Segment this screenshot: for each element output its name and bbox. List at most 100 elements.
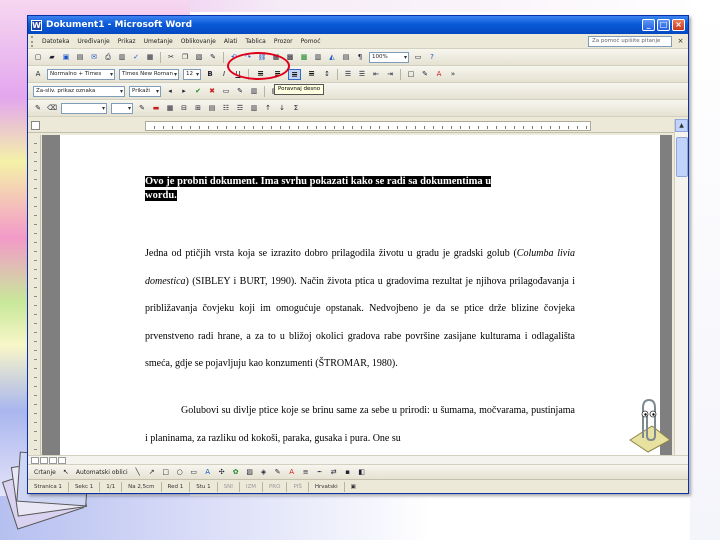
font-color-icon[interactable]: A [434, 69, 444, 79]
align-right-icon[interactable]: ≡ [288, 68, 301, 80]
maximize-button[interactable]: □ [657, 19, 670, 31]
help-icon[interactable]: ? [427, 52, 437, 62]
split-cells-icon[interactable]: ⊞ [193, 103, 203, 113]
table-autoformat-icon[interactable]: ▥ [249, 103, 259, 113]
rectangle-icon[interactable]: □ [161, 467, 171, 477]
minimize-button[interactable]: _ [642, 19, 655, 31]
menu-uredivanje[interactable]: Uređivanje [73, 38, 113, 45]
reject-change-icon[interactable]: ✖ [207, 86, 217, 96]
permission-icon[interactable]: ▤ [75, 52, 85, 62]
menu-pomoc[interactable]: Pomoć [297, 38, 325, 45]
line-style-select[interactable] [61, 102, 107, 114]
status-rec[interactable]: SNI [218, 481, 240, 492]
spelling-icon[interactable]: ✓ [131, 52, 141, 62]
sort-descending-icon[interactable]: ↓ [277, 103, 287, 113]
document-map-icon[interactable]: ▤ [341, 52, 351, 62]
border-color-icon[interactable]: ✎ [137, 103, 147, 113]
line-spacing-icon[interactable]: ↕ [322, 69, 332, 79]
web-layout-view-button[interactable] [40, 456, 48, 464]
show-hide-icon[interactable]: ¶ [355, 52, 365, 62]
status-ovr[interactable]: PIŠ [287, 481, 309, 492]
new-comment-icon[interactable]: ▭ [221, 86, 231, 96]
distribute-columns-icon[interactable]: ☲ [235, 103, 245, 113]
accept-change-icon[interactable]: ✔ [193, 86, 203, 96]
menu-prozor[interactable]: Prozor [270, 38, 297, 45]
menu-datoteka[interactable]: Datoteka [38, 38, 73, 45]
zoom-select[interactable]: 100% [369, 51, 409, 63]
word-app-icon[interactable]: W [31, 19, 42, 31]
pen-icon[interactable]: ✎ [33, 103, 43, 113]
numbering-icon[interactable]: ☰ [343, 69, 353, 79]
columns-icon[interactable]: ▥ [313, 52, 323, 62]
scroll-up-icon[interactable]: ▲ [675, 119, 688, 132]
office-assistant-clippy-icon[interactable] [626, 396, 672, 454]
menu-umetanje[interactable]: Umetanje [140, 38, 177, 45]
help-search-input[interactable]: Za pomoć upišite pitanje [588, 35, 672, 47]
open-folder-icon[interactable]: ▰ [47, 52, 57, 62]
vertical-scroll-thumb[interactable] [676, 137, 688, 177]
eraser-icon[interactable]: ⌫ [47, 103, 57, 113]
format-painter-icon[interactable]: ✎ [208, 52, 218, 62]
sort-ascending-icon[interactable]: ↑ [263, 103, 273, 113]
autoshapes-menu[interactable]: Automatski oblici [73, 469, 131, 476]
text-box-icon[interactable]: ▭ [189, 467, 199, 477]
3d-style-icon[interactable]: ◧ [357, 467, 367, 477]
toolbar-options-icon[interactable]: » [448, 69, 458, 79]
research-icon[interactable]: ▦ [145, 52, 155, 62]
line-style-icon[interactable]: ≡ [301, 467, 311, 477]
show-menu-button[interactable]: Prikaži [129, 85, 161, 97]
oval-icon[interactable]: ○ [175, 467, 185, 477]
line-weight-select[interactable] [111, 102, 133, 114]
autosum-icon[interactable]: Σ [291, 103, 301, 113]
new-document-icon[interactable]: ▢ [33, 52, 43, 62]
status-trk[interactable]: IZM [240, 481, 263, 492]
previous-change-icon[interactable]: ◂ [165, 86, 175, 96]
document-page[interactable]: Ovo je probni dokument. Ima svrhu pokaza… [60, 135, 660, 455]
highlight-icon[interactable]: ✎ [420, 69, 430, 79]
document-close-icon[interactable]: × [676, 37, 685, 45]
vertical-scrollbar[interactable]: ▲ [674, 119, 688, 455]
next-change-icon[interactable]: ▸ [179, 86, 189, 96]
bold-button[interactable]: B [205, 69, 215, 79]
save-icon[interactable]: ▣ [61, 52, 71, 62]
increase-indent-icon[interactable]: ⇥ [385, 69, 395, 79]
italic-button[interactable]: I [219, 69, 229, 79]
menu-alati[interactable]: Alati [220, 38, 241, 45]
reading-mode-icon[interactable]: ▭ [413, 52, 423, 62]
paragraph-2[interactable]: Golubovi su divlje ptice koje se brinu s… [145, 397, 575, 452]
close-button[interactable]: × [672, 19, 685, 31]
style-select[interactable]: Normalno + Times [47, 68, 115, 80]
diagram-icon[interactable]: ✣ [217, 467, 227, 477]
insert-table-icon[interactable]: ▦ [165, 103, 175, 113]
normal-view-button[interactable] [31, 456, 39, 464]
cell-align-icon[interactable]: ▤ [207, 103, 217, 113]
paste-icon[interactable]: ▧ [194, 52, 204, 62]
drawing-icon[interactable]: ◭ [327, 52, 337, 62]
email-icon[interactable]: ✉ [89, 52, 99, 62]
paragraph-1[interactable]: Jedna od ptičjih vrsta koja se izrazito … [145, 240, 575, 378]
justify-icon[interactable]: ≡ [305, 69, 318, 80]
line-icon[interactable]: ╲ [133, 467, 143, 477]
menu-prikaz[interactable]: Prikaz [114, 38, 140, 45]
menu-tablica[interactable]: Tablica [241, 38, 269, 45]
draw-menu[interactable]: Crtanje [31, 469, 59, 476]
print-layout-view-button[interactable] [49, 456, 57, 464]
status-ext[interactable]: PRO [263, 481, 288, 492]
track-changes-icon[interactable]: ✎ [235, 86, 245, 96]
print-icon[interactable]: ⎙ [103, 52, 113, 62]
border-icon[interactable]: □ [406, 69, 416, 79]
select-objects-icon[interactable]: ↖ [61, 467, 71, 477]
arrow-icon[interactable]: ↗ [147, 467, 157, 477]
insert-excel-icon[interactable]: ▩ [299, 52, 309, 62]
arrow-style-icon[interactable]: ⇄ [329, 467, 339, 477]
drawing-font-color-icon[interactable]: A [287, 467, 297, 477]
decrease-indent-icon[interactable]: ⇤ [371, 69, 381, 79]
document-title-selected[interactable]: Ovo je probni dokument. Ima svrhu pokaza… [145, 175, 555, 202]
vertical-ruler[interactable] [31, 135, 41, 455]
shadow-style-icon[interactable]: ▪ [343, 467, 353, 477]
merge-cells-icon[interactable]: ⊟ [179, 103, 189, 113]
menu-grip[interactable] [31, 35, 35, 47]
cut-icon[interactable]: ✂ [166, 52, 176, 62]
wordart-icon[interactable]: A [203, 467, 213, 477]
fill-color-icon[interactable]: ◈ [259, 467, 269, 477]
